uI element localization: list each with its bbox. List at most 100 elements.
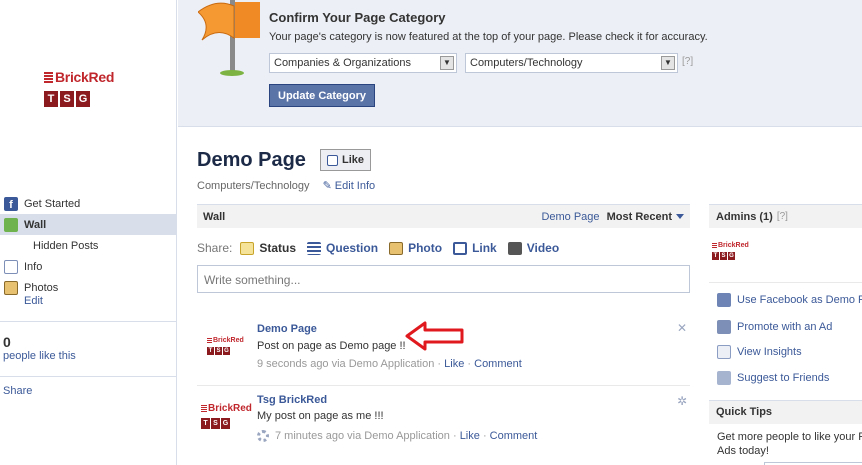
left-sidebar: BrickRed T S G f Get Started Wall Hidden… [0,0,177,465]
likes-count: 0 [3,334,11,350]
dropdown-arrow-icon: ▼ [661,56,675,70]
logo-text: BrickRed [213,337,244,344]
separator: · [437,358,442,370]
brickred-logo: BrickRed [44,69,114,85]
likes-box: 0 people like this [0,321,176,377]
nav-label: Photos [24,281,59,294]
logo-text: BrickRed [208,403,252,414]
story-message: Post on page as Demo page !! [257,340,406,352]
wall-story: BrickRed TSG Tsg BrickRed My post on pag… [197,392,690,452]
story-author-link[interactable]: Tsg BrickRed [257,394,327,406]
story-like-link[interactable]: Like [444,358,464,370]
nav-wall[interactable]: Wall [0,214,176,235]
tips-line: Ads today! [717,445,769,457]
update-category-button[interactable]: Update Category [269,84,376,107]
question-icon [307,241,322,255]
use-facebook-as-page-link[interactable]: Use Facebook as Demo Pa [717,293,862,307]
wall-filter-sort: Most Recent [606,210,672,223]
story-meta: 9 seconds ago via Demo Application · Lik… [257,358,522,370]
share-bar: Share: Status Question Photo Link Video [197,241,570,255]
subcategory-select[interactable]: Computers/Technology ▼ [465,53,678,73]
status-icon [240,241,255,255]
nav-label: Get Started [24,197,81,210]
link-icon [453,241,468,255]
video-icon [507,241,522,255]
facebook-icon [717,293,731,307]
photos-edit-link[interactable]: Edit [24,295,43,307]
wall-header: Wall Demo Page Most Recent [197,204,690,228]
suggest-to-friends-link[interactable]: Suggest to Friends [717,371,829,385]
thumbs-up-icon [327,154,338,166]
chevron-down-icon [676,214,684,220]
category-select[interactable]: Companies & Organizations ▼ [269,53,457,73]
page-title: Demo Page [197,149,306,171]
wall-icon [4,217,18,232]
gear-icon[interactable]: ✲ [677,394,687,408]
photos-icon [4,280,18,295]
story-time: 7 minutes ago via Demo Application [275,430,450,442]
close-icon[interactable]: ✕ [677,321,687,335]
friends-icon [717,371,731,385]
confirm-category-banner: Confirm Your Page Category Your page's c… [178,0,862,127]
nav-get-started[interactable]: f Get Started [0,193,176,214]
story-avatar[interactable]: BrickRed TSG [201,403,252,429]
story-author-link[interactable]: Demo Page [257,323,317,335]
share-item-label: Status [259,241,297,255]
page-category-line: Computers/Technology ✎ Edit Info [197,179,375,192]
story-divider [197,385,690,386]
share-question-tab[interactable]: Question [307,241,378,255]
wall-filter-page: Demo Page [541,210,600,223]
story-like-link[interactable]: Like [460,430,480,442]
annotation-arrow-icon [405,321,464,351]
promote-with-ad-link[interactable]: Promote with an Ad [717,320,832,334]
story-time: 9 seconds ago via Demo Application [257,358,435,370]
tsg-logo: TSG [712,252,735,260]
wall-label: Wall [203,210,226,223]
category-help-link[interactable]: [?] [682,56,693,67]
quick-tips-header: Quick Tips [709,400,862,424]
banner-description: Your page's category is now featured at … [269,31,708,43]
wall-filter[interactable]: Demo Page Most Recent [541,211,684,223]
nav-hidden-posts[interactable]: Hidden Posts [0,235,176,256]
tsg-logo: TSG [201,418,252,429]
tsg-logo: TSG [207,347,230,355]
separator: · [482,430,487,442]
story-avatar[interactable]: BrickRed TSG [207,337,244,355]
story-message: My post on page as me !!! [257,410,384,422]
people-like-this-link[interactable]: people like this [3,350,76,362]
admins-help-link[interactable]: [?] [777,211,788,222]
quick-tips-text: Get more people to like your Pa Ads toda… [717,430,862,458]
share-item-label: Video [526,241,560,255]
photo-icon [389,241,404,255]
dropdown-arrow-icon: ▼ [440,56,454,70]
ad-icon [717,320,731,334]
like-page-button[interactable]: Like [320,149,372,171]
share-status-tab[interactable]: Status [240,241,296,255]
category-select-value: Companies & Organizations [274,57,411,69]
facebook-icon: f [4,196,18,211]
share-item-label: Question [326,241,379,255]
nav-label: Wall [24,218,47,231]
share-item-label: Link [472,241,497,255]
wall-composer-input[interactable]: Write something... [197,265,690,293]
share-box: Share [0,376,176,397]
admin-avatar[interactable]: BrickRed TSG [712,242,749,260]
share-page-link[interactable]: Share [3,385,32,397]
nav-info[interactable]: Info [0,256,176,277]
edit-info-link[interactable]: Edit Info [335,180,375,192]
brickred-logo: BrickRed [201,403,252,414]
separator: · [452,430,457,442]
separator: · [467,358,472,370]
link-label: View Insights [737,346,802,358]
story-comment-link[interactable]: Comment [490,430,538,442]
page-profile-picture[interactable]: BrickRed T S G [44,69,114,107]
share-link-tab[interactable]: Link [453,241,497,255]
share-label: Share: [197,241,233,255]
story-comment-link[interactable]: Comment [474,358,522,370]
view-insights-link[interactable]: View Insights [717,345,802,359]
banner-title: Confirm Your Page Category [269,10,446,25]
share-item-label: Photo [408,241,443,255]
brickred-logo: BrickRed [207,337,244,344]
share-photo-tab[interactable]: Photo [389,241,442,255]
share-video-tab[interactable]: Video [507,241,560,255]
